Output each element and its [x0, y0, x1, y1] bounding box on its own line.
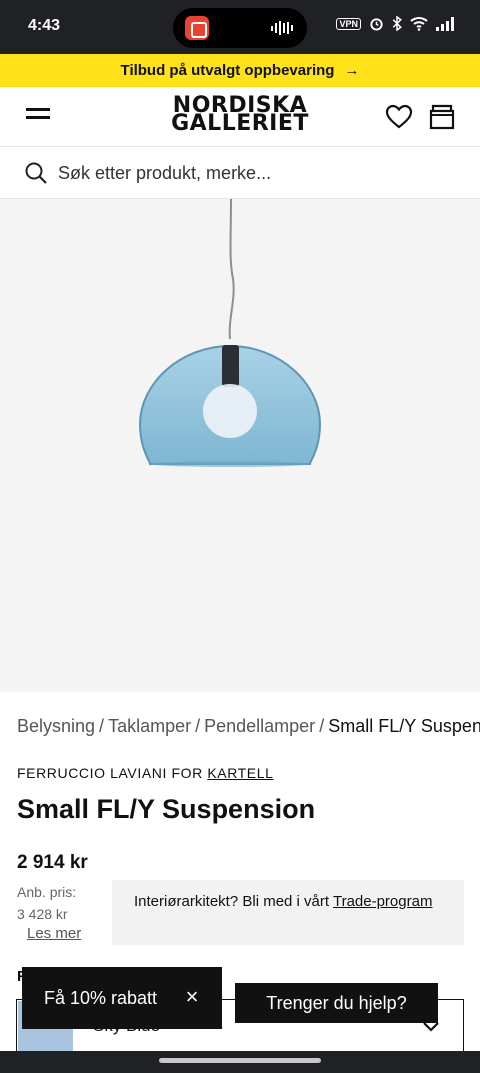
trade-program-link[interactable]: Trade-program — [333, 893, 432, 910]
promo-text: Tilbud på utvalgt oppbevaring — [120, 62, 335, 79]
breadcrumb-current: Small FL/Y Suspension — [328, 716, 480, 736]
menu-icon[interactable] — [26, 108, 50, 124]
product-title: Small FL/Y Suspension — [17, 794, 316, 824]
bluetooth-icon — [392, 16, 402, 31]
app-icon — [185, 16, 209, 40]
wifi-icon — [410, 17, 428, 31]
breadcrumb-separator: / — [319, 716, 325, 736]
help-chat-button[interactable]: Trenger du hjelp? — [235, 983, 438, 1023]
search-icon[interactable] — [24, 161, 48, 185]
breadcrumb-separator: / — [99, 716, 105, 736]
product-price: 2 914 kr — [17, 852, 88, 873]
site-logo[interactable]: NORDISKA GALLERIET — [158, 95, 322, 136]
pendant-lamp-image — [138, 198, 322, 467]
audio-bars-icon — [271, 21, 293, 35]
recommended-price: Anb. pris: 3 428 kr — [17, 881, 76, 925]
arrow-right-icon: → — [344, 62, 360, 79]
designer-text: FERRUCCIO LAVIANI FOR — [17, 765, 203, 781]
site-header: NORDISKA GALLERIET — [0, 87, 480, 147]
help-text: Trenger du hjelp? — [266, 992, 407, 1013]
home-handle[interactable] — [159, 1058, 321, 1063]
vpn-icon: VPN — [336, 17, 361, 30]
close-icon[interactable]: × — [182, 986, 202, 1008]
heart-icon[interactable] — [385, 103, 413, 131]
breadcrumb-separator: / — [195, 716, 201, 736]
recommended-price-label: Anb. pris: — [17, 884, 77, 900]
recommended-price-value: 3 428 kr — [17, 906, 68, 922]
breadcrumb: Belysning / Taklamper / Pendellamper / Small F… — [17, 716, 480, 737]
brand-link[interactable]: KARTELL — [207, 765, 273, 781]
read-more-link[interactable]: Les mer — [27, 925, 81, 942]
breadcrumb-item[interactable]: Taklamper — [108, 716, 191, 736]
search-input[interactable] — [58, 160, 458, 186]
system-nav-bar — [0, 1051, 480, 1073]
search-bar — [0, 147, 480, 199]
logo-line-2: GALLERIET — [171, 111, 309, 136]
status-bar: 4:43 VPN — [0, 0, 480, 54]
status-time: 4:43 — [28, 17, 61, 34]
alarm-icon — [370, 18, 383, 31]
breadcrumb-item[interactable]: Pendellamper — [204, 716, 315, 736]
status-icons: VPN — [336, 16, 454, 31]
dynamic-island — [173, 8, 307, 48]
trade-text: Interiørarkitekt? Bli med i vårt — [134, 893, 330, 910]
discount-popup[interactable]: Få 10% rabatt × — [22, 967, 222, 1029]
signal-icon — [436, 16, 454, 31]
breadcrumb-item[interactable]: Belysning — [17, 716, 95, 736]
discount-text: Få 10% rabatt — [44, 987, 158, 1008]
product-image[interactable] — [0, 198, 480, 692]
cart-icon[interactable] — [428, 103, 456, 131]
promo-banner[interactable]: Tilbud på utvalgt oppbevaring → — [0, 54, 480, 87]
designer-brand: FERRUCCIO LAVIANI FOR KARTELL — [17, 765, 274, 781]
trade-program-box: Interiørarkitekt? Bli med i vårt Trade-p… — [112, 880, 464, 945]
